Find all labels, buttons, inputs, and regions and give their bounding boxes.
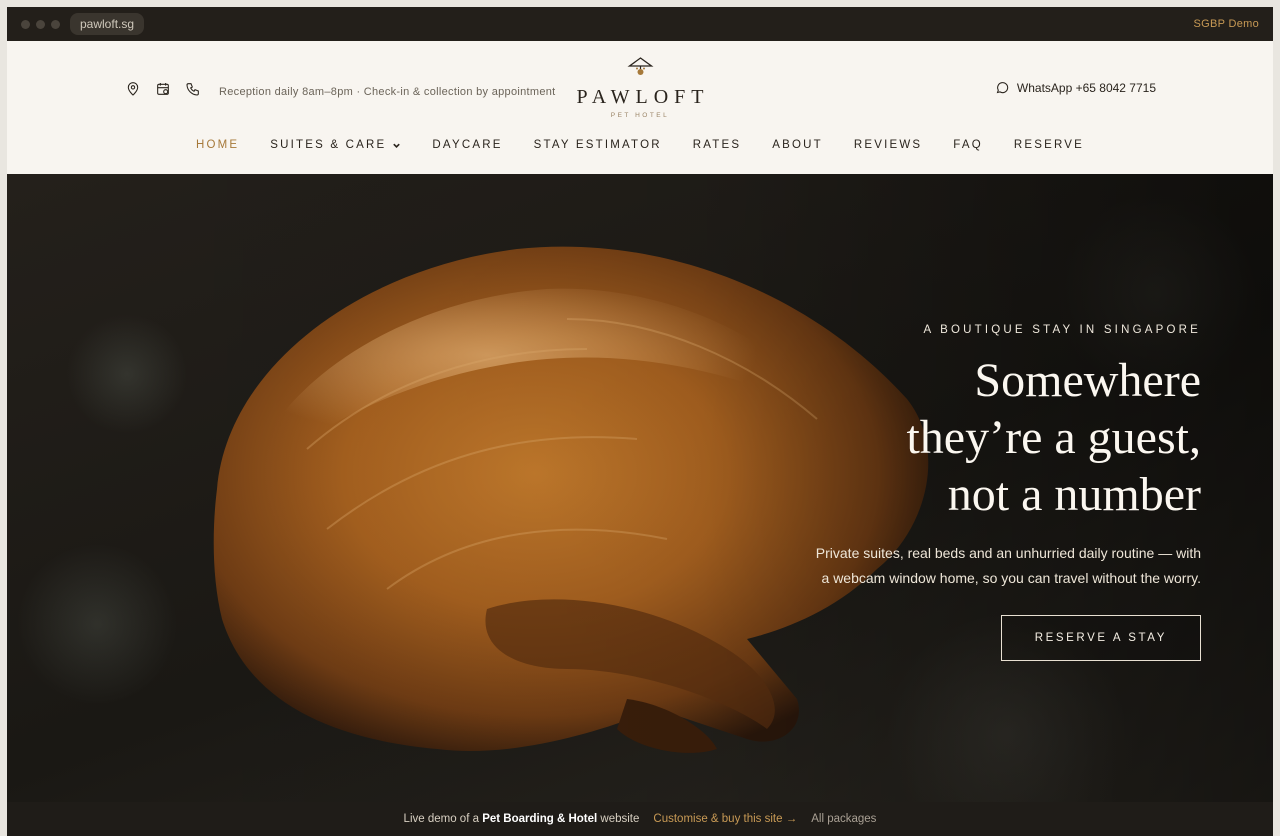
demo-tag: SGBP Demo [1193, 18, 1259, 30]
nav-item-about[interactable]: ABOUT [772, 139, 823, 151]
nav-label: FAQ [953, 139, 983, 151]
whatsapp-label: WhatsApp +65 8042 7715 [1016, 80, 1156, 95]
map-pin-icon[interactable] [125, 81, 141, 102]
logo-subtitle: PET HOTEL [610, 112, 670, 119]
nav-label: DAYCARE [432, 139, 503, 151]
url-bar[interactable]: pawloft.sg [70, 13, 145, 35]
contact-bar: Reception daily 8am–8pm · Check-in & col… [125, 81, 556, 102]
nav-label: ABOUT [772, 139, 823, 151]
all-packages-link[interactable]: All packages [811, 813, 876, 825]
minimize-dot[interactable] [36, 19, 45, 29]
demo-prefix: Live demo of a [403, 813, 479, 825]
nav-item-rates[interactable]: RATES [693, 139, 742, 151]
whatsapp-link[interactable]: WhatsApp +65 8042 7715 [995, 80, 1156, 95]
headline-line: not a number [947, 468, 1201, 521]
headline-line: they’re a guest, [906, 411, 1201, 464]
lede-line: Private suites, real beds and an unhurri… [815, 545, 1201, 561]
lede-line: a webcam window home, so you can travel … [821, 570, 1201, 586]
demo-notice: Live demo of a Pet Boarding & Hotel webs… [404, 813, 640, 825]
nav-label: REVIEWS [853, 139, 923, 151]
nav-item-stay-estimator[interactable]: STAY ESTIMATOR [534, 139, 662, 151]
hero-section: A BOUTIQUE STAY IN SINGAPORE Somewhere t… [7, 174, 1273, 802]
nav-item-reserve[interactable]: RESERVE [1014, 139, 1084, 151]
demo-footer-bar: Live demo of a Pet Boarding & Hotel webs… [7, 802, 1273, 836]
nav-item-reviews[interactable]: REVIEWS [854, 139, 922, 151]
window-controls [21, 19, 60, 29]
maximize-dot[interactable] [51, 19, 60, 29]
lamp-logo-icon [626, 57, 653, 75]
chevron-down-icon [393, 143, 401, 148]
hero-description: Private suites, real beds and an unhurri… [816, 541, 1201, 591]
calendar-icon[interactable] [155, 81, 171, 102]
hero-eyebrow: A BOUTIQUE STAY IN SINGAPORE [923, 324, 1201, 336]
reception-hours: Reception daily 8am–8pm · Check-in & col… [219, 85, 556, 98]
phone-icon[interactable] [185, 81, 201, 102]
demo-site-type: Pet Boarding & Hotel [482, 813, 598, 825]
hero-content: A BOUTIQUE STAY IN SINGAPORE Somewhere t… [816, 324, 1201, 661]
buy-site-link[interactable]: Customise & buy this site → [653, 813, 797, 825]
demo-suffix: website [600, 813, 640, 825]
nav-label: STAY ESTIMATOR [533, 139, 662, 151]
nav-label: HOME [195, 139, 240, 151]
nav-label: RATES [692, 139, 742, 151]
hero-headline: Somewhere they’re a guest, not a number [816, 352, 1201, 523]
nav-label: SUITES & CARE [270, 139, 387, 151]
browser-window: pawloft.sg SGBP Demo Reception daily 8am… [7, 7, 1273, 836]
nav-item-faq[interactable]: FAQ [953, 139, 983, 151]
close-dot[interactable] [21, 19, 30, 29]
nav-item-daycare[interactable]: DAYCARE [432, 139, 502, 151]
nav-item-suites-care[interactable]: SUITES & CARE [270, 139, 401, 151]
nav-item-home[interactable]: HOME [196, 139, 239, 151]
headline-line: Somewhere [974, 354, 1201, 407]
nav-label: RESERVE [1013, 139, 1085, 151]
browser-chrome: pawloft.sg SGBP Demo [7, 7, 1273, 41]
logo-name: PAWLOFT [576, 86, 710, 108]
site-logo[interactable]: PAWLOFT PET HOTEL [570, 55, 709, 119]
site-header: Reception daily 8am–8pm · Check-in & col… [7, 41, 1273, 174]
main-nav: HOME SUITES & CARE DAYCARE STAY ESTIMATO… [7, 139, 1273, 151]
whatsapp-icon [996, 82, 1009, 94]
reserve-stay-button[interactable]: RESERVE A STAY [1000, 615, 1201, 661]
